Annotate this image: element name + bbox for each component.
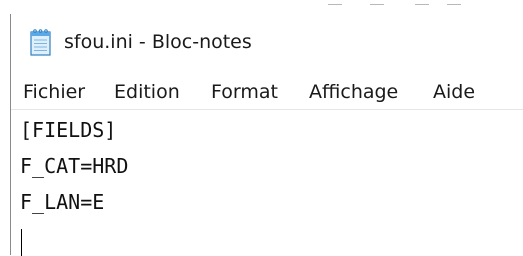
text-line: [FIELDS] bbox=[20, 118, 117, 142]
title-bar[interactable]: sfou.ini - Bloc-notes bbox=[11, 14, 523, 70]
text-caret bbox=[21, 229, 22, 256]
menu-format[interactable]: Format bbox=[211, 78, 278, 106]
background-line bbox=[415, 4, 429, 5]
text-editor[interactable]: [FIELDS] F_CAT=HRD F_LAN=E bbox=[11, 110, 523, 256]
notepad-icon[interactable] bbox=[28, 28, 54, 56]
background-line bbox=[370, 4, 384, 5]
background-line bbox=[328, 4, 342, 5]
menu-affichage[interactable]: Affichage bbox=[309, 78, 398, 106]
background-strip bbox=[0, 0, 523, 14]
text-line: F_LAN=E bbox=[20, 190, 105, 214]
menu-aide[interactable]: Aide bbox=[433, 78, 475, 106]
background-line bbox=[447, 4, 461, 5]
text-line: F_CAT=HRD bbox=[20, 154, 129, 178]
window-title: sfou.ini - Bloc-notes bbox=[64, 31, 252, 53]
menu-bar: Fichier Edition Format Affichage Aide bbox=[11, 74, 523, 110]
notepad-window: sfou.ini - Bloc-notes Fichier Edition Fo… bbox=[10, 14, 523, 256]
menu-fichier[interactable]: Fichier bbox=[23, 78, 85, 106]
menu-edition[interactable]: Edition bbox=[114, 78, 180, 106]
